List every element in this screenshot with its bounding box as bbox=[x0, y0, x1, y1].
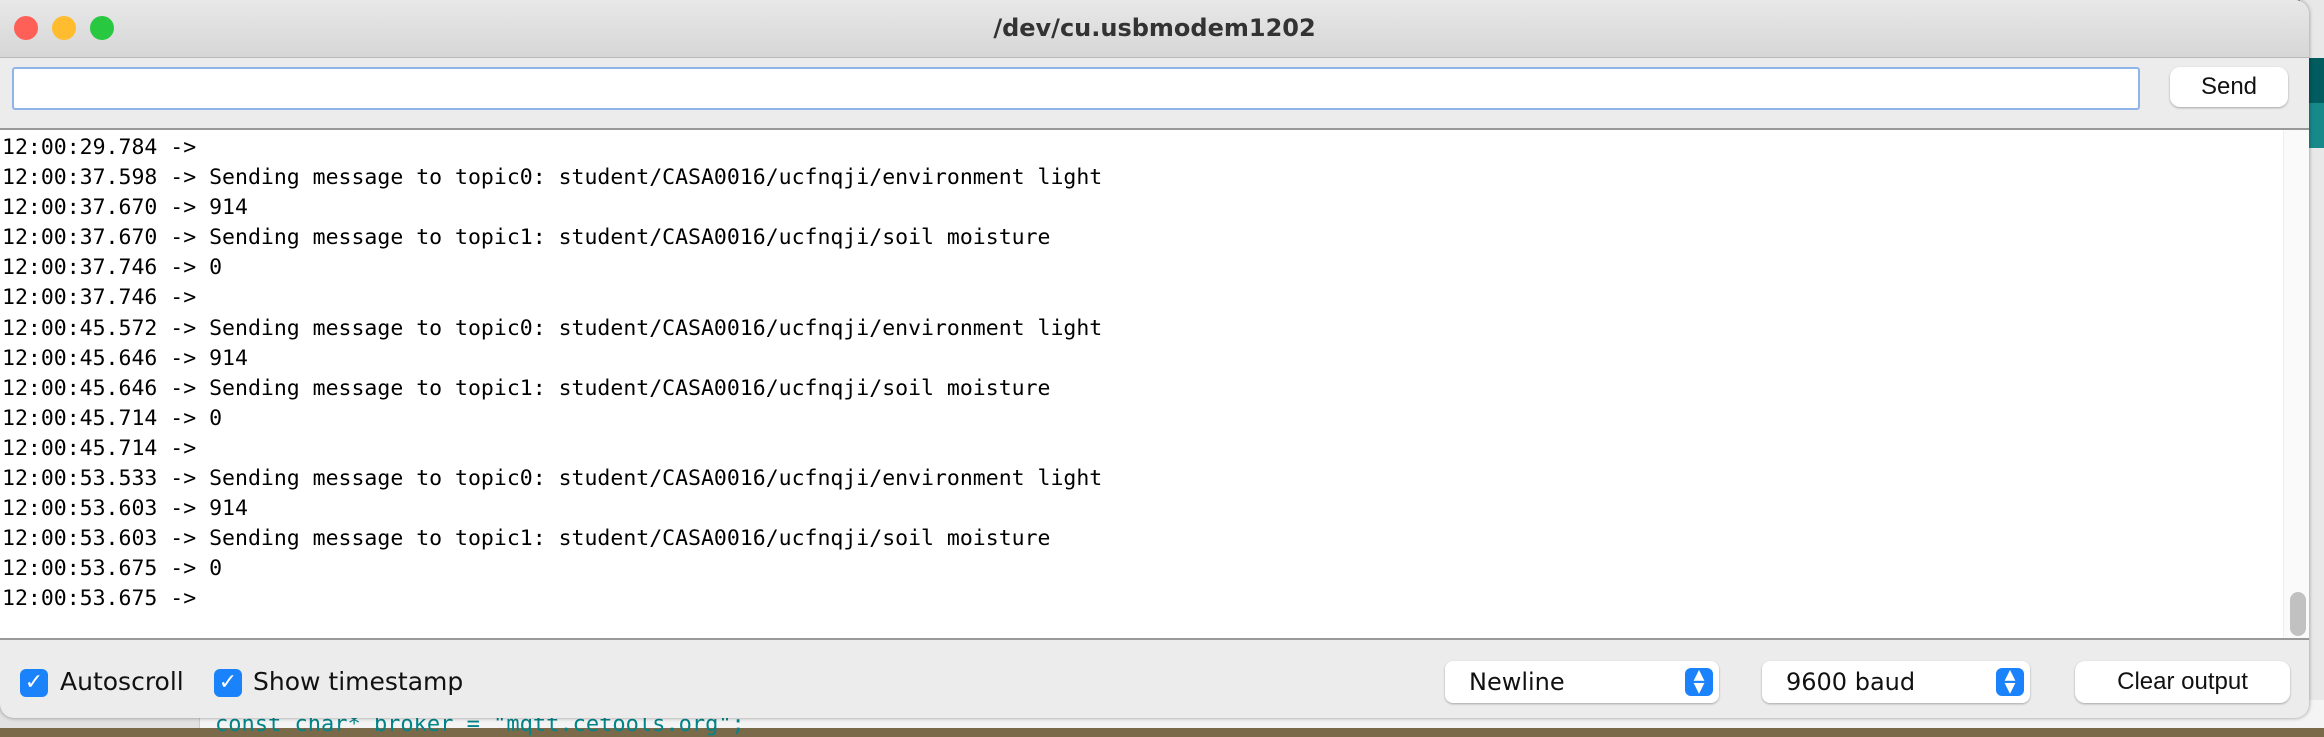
output-line: 12:00:53.533 -> Sending message to topic… bbox=[2, 466, 1103, 492]
serial-monitor-window: /dev/cu.usbmodem1202 Send 12:00:29.784 -… bbox=[0, 0, 2309, 718]
baud-rate-value: 9600 baud bbox=[1786, 668, 1916, 696]
output-lines: 12:00:29.784 -> 12:00:37.598 -> Sending … bbox=[2, 133, 1102, 615]
output-line: 12:00:37.746 -> 0 bbox=[2, 255, 223, 281]
output-line: 12:00:45.646 -> 914 bbox=[2, 345, 248, 371]
baud-rate-select[interactable]: 9600 baud ▲ ▼ bbox=[1762, 661, 2030, 703]
checkmark-icon: ✓ bbox=[218, 670, 238, 695]
chevron-updown-icon: ▲ ▼ bbox=[1685, 668, 1713, 696]
scrollbar[interactable] bbox=[2283, 130, 2309, 638]
serial-input[interactable] bbox=[12, 67, 2140, 110]
serial-output: 12:00:29.784 -> 12:00:37.598 -> Sending … bbox=[0, 128, 2309, 640]
output-line: 12:00:37.670 -> 914 bbox=[2, 195, 248, 221]
output-line: 12:00:29.784 -> bbox=[2, 135, 210, 160]
autoscroll-label: Autoscroll bbox=[60, 667, 184, 696]
line-ending-value: Newline bbox=[1469, 668, 1565, 696]
output-line: 12:00:37.746 -> bbox=[2, 285, 210, 311]
show-timestamp-label: Show timestamp bbox=[253, 667, 464, 696]
clear-output-button[interactable]: Clear output bbox=[2075, 661, 2290, 703]
window-title: /dev/cu.usbmodem1202 bbox=[993, 14, 1316, 42]
show-timestamp-checkbox[interactable]: ✓ bbox=[214, 669, 242, 697]
output-line: 12:00:53.675 -> 0 bbox=[2, 556, 223, 582]
output-line: 12:00:45.714 -> bbox=[2, 435, 210, 461]
scrollbar-thumb[interactable] bbox=[2290, 592, 2306, 636]
chevron-updown-icon: ▲ ▼ bbox=[1996, 668, 2024, 696]
checkmark-icon: ✓ bbox=[24, 670, 44, 695]
output-line: 12:00:45.714 -> 0 bbox=[2, 405, 223, 431]
output-line: 12:00:45.572 -> Sending message to topic… bbox=[2, 315, 1103, 341]
output-line: 12:00:53.675 -> bbox=[2, 586, 210, 612]
output-line: 12:00:37.670 -> Sending message to topic… bbox=[2, 225, 1051, 251]
output-line: 12:00:53.603 -> Sending message to topic… bbox=[2, 526, 1051, 552]
title-bar: /dev/cu.usbmodem1202 bbox=[0, 0, 2309, 58]
output-line: 12:00:45.646 -> Sending message to topic… bbox=[2, 375, 1051, 401]
line-ending-select[interactable]: Newline ▲ ▼ bbox=[1445, 661, 1719, 703]
autoscroll-checkbox[interactable]: ✓ bbox=[20, 669, 48, 697]
output-line: 12:00:37.598 -> Sending message to topic… bbox=[2, 165, 1103, 191]
send-button[interactable]: Send bbox=[2170, 67, 2288, 107]
output-line: 12:00:53.603 -> 914 bbox=[2, 496, 248, 522]
